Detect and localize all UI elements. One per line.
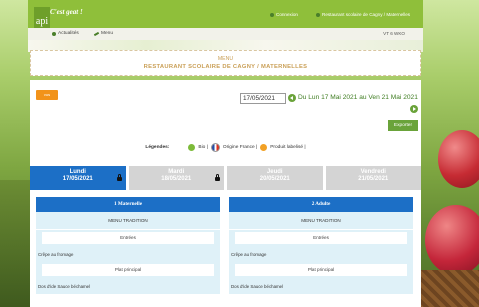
france-flag-icon [210,143,220,152]
tab-day-date: 18/05/2021 [161,176,192,182]
dish-item: Crêpe au fromage [229,247,413,262]
export-button[interactable]: Exporter [388,120,418,131]
nav-item-news[interactable]: Actualités [52,31,79,36]
restaurant-link-label: Restaurant scolaire de Cagny / Maternell… [322,12,411,17]
main-panel: vus 17/05/2021 Du Lun 17 Mai 2021 au Ven… [30,80,421,307]
category-label: Entrées [235,232,407,244]
tab-day-name: Lundi [69,169,86,175]
category-label: Plat principal [42,264,214,276]
tab-day-name: Jeudi [266,169,283,175]
label-icon [260,144,268,151]
day-tabs: Lundi 17/05/2021 Mardi 18/05/2021 Jeudi … [30,166,421,190]
dish-item: Crêpe au fromage [36,247,220,262]
news-icon [52,31,56,36]
category-row: Entrées [229,230,413,247]
restaurant-link[interactable]: Restaurant scolaire de Cagny / Maternell… [316,12,410,17]
tab-tuesday[interactable]: Mardi 18/05/2021 [128,166,224,190]
slogan: C'est geat ! [50,8,83,16]
title-card: MENU RESTAURANT SCOLAIRE DE CAGNY / MATE… [30,50,421,76]
nav-item-news-label: Actualités [58,31,79,36]
previous-week-icon[interactable] [288,94,296,102]
tab-day-date: 20/05/2021 [259,176,290,182]
lock-icon [116,174,122,181]
apple-decoration [425,205,479,275]
menu-column-maternelle: 1 Maternelle MENU TRADITION Entrées Crêp… [36,197,220,294]
category-row: Entrées [36,230,220,247]
category-row: Plat principal [229,262,413,279]
login-link[interactable]: Connexion [270,12,298,17]
basket-decoration [418,270,479,307]
dish-item: Dos d'ide Sauce béchamel [229,279,413,294]
tab-monday[interactable]: Lundi 17/05/2021 [30,166,126,190]
header-right-text: VT 6 WKO [383,31,405,36]
dish-item: Dos d'ide Sauce béchamel [36,279,220,294]
column-title: 2 Adulte [229,197,413,212]
column-subtitle: MENU TRADITION [229,212,413,230]
bio-icon [188,144,196,151]
legend-label-product: Produit labelisé | [270,145,306,150]
menu-heading: MENU [217,56,234,62]
tab-day-name: Vendredi [360,169,386,175]
tab-day-date: 17/05/2021 [62,176,93,182]
lock-icon [215,174,220,181]
edit-icon [93,31,100,36]
home-icon [316,12,320,17]
background-grass [0,180,30,307]
category-row: Plat principal [36,262,220,279]
week-range: Du Lun 17 Mai 2021 au Ven 21 Mai 2021 [298,94,418,101]
tab-friday[interactable]: Vendredi 21/05/2021 [325,166,421,190]
category-label: Plat principal [235,264,407,276]
user-icon [270,12,274,17]
tab-day-date: 21/05/2021 [358,176,389,182]
apple-decoration [438,130,479,188]
tab-thursday[interactable]: Jeudi 20/05/2021 [227,166,323,190]
legend: Légendes: Bio | Origine France | Produit… [30,143,421,152]
login-link-label: Connexion [276,12,298,17]
date-input[interactable]: 17/05/2021 [240,93,286,104]
next-week-icon[interactable] [410,105,418,113]
tab-day-name: Mardi [168,169,185,175]
category-label: Entrées [42,232,214,244]
column-subtitle: MENU TRADITION [36,212,220,230]
nav-item-menu-label: Menu [101,31,113,36]
menu-column-adulte: 2 Adulte MENU TRADITION Entrées Crêpe au… [229,197,413,294]
column-title: 1 Maternelle [36,197,220,212]
restaurant-heading: RESTAURANT SCOLAIRE DE CAGNY / MATERNELL… [143,64,308,70]
legend-origin: Origine France | [222,145,258,150]
legend-label: Légendes: [145,145,170,150]
orange-button[interactable]: vus [36,90,58,100]
nav-item-menu[interactable]: Menu [93,31,113,36]
legend-bio: Bio | [198,145,208,150]
